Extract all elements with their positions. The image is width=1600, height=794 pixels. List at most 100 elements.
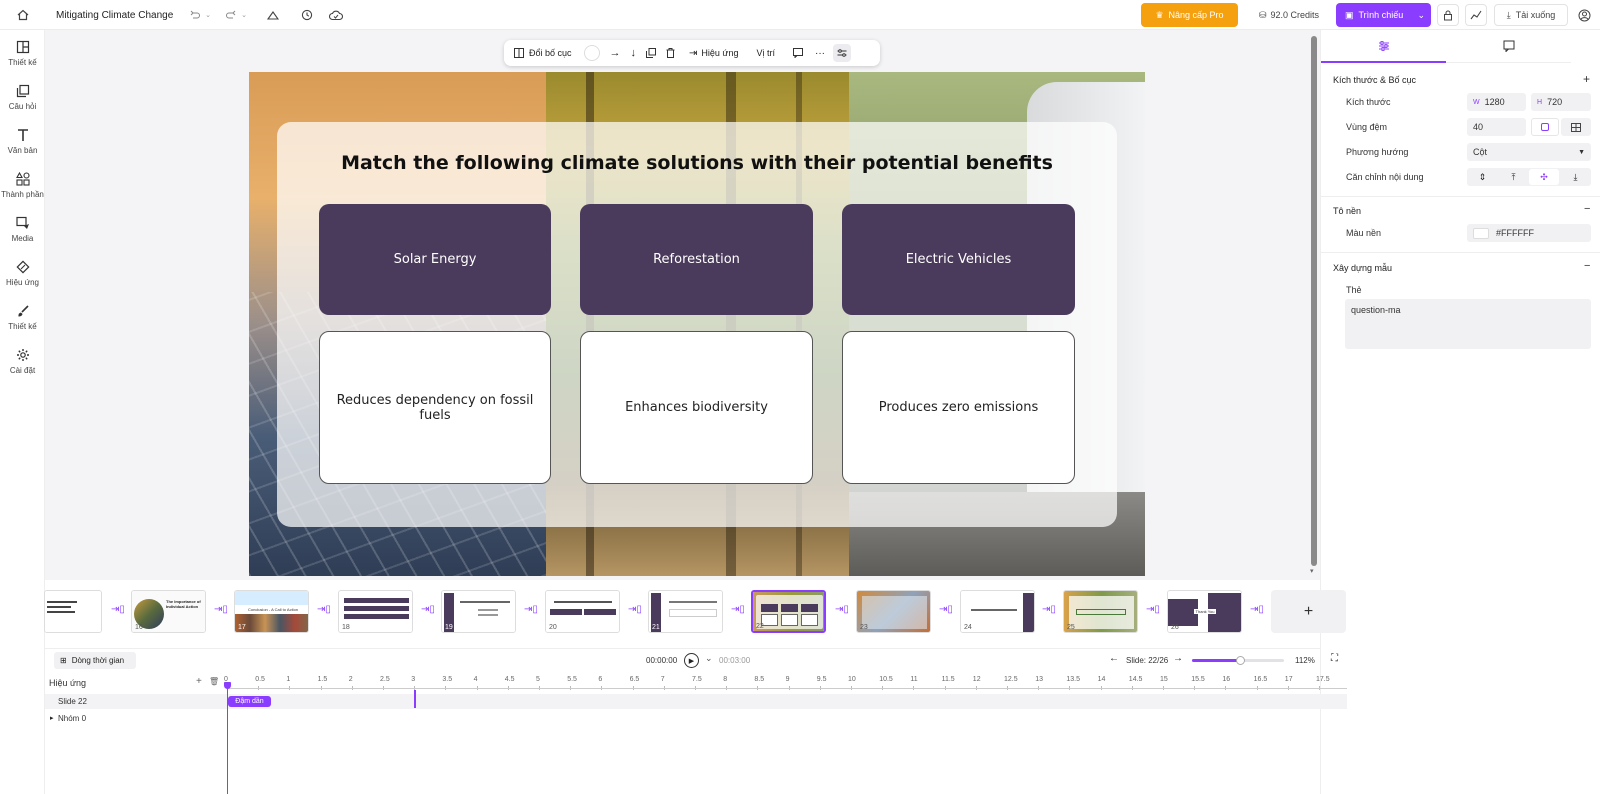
padding-uniform-icon[interactable] <box>1531 118 1559 136</box>
sidebar-item-brush[interactable]: Thiết kế <box>0 304 45 344</box>
add-effect-icon[interactable]: + <box>196 676 202 687</box>
solution-card[interactable]: Electric Vehicles <box>842 204 1075 315</box>
transition-icon[interactable]: ⇥▯ <box>524 604 538 615</box>
playhead[interactable] <box>227 684 228 794</box>
cloud-saved-icon[interactable] <box>328 4 344 26</box>
transition-icon[interactable]: ⇥▯ <box>731 604 745 615</box>
align-top-icon[interactable]: ⤒ <box>1498 168 1529 186</box>
transition-icon[interactable]: ⇥▯ <box>628 604 642 615</box>
slide-thumbnail[interactable]: Conclusion - A Call to Action 17 <box>234 590 309 633</box>
play-button[interactable]: ▶ <box>684 653 699 668</box>
transition-icon[interactable]: ⇥▯ <box>317 604 331 615</box>
padding-field[interactable]: 40 <box>1467 118 1526 136</box>
present-button[interactable]: ▣ Trình chiếu ⌄ <box>1336 3 1431 27</box>
history-icon[interactable] <box>300 4 314 26</box>
credits-display[interactable]: ⛁ 92.0 Credits <box>1253 4 1325 26</box>
direction-select[interactable]: Cột ▼ <box>1467 143 1591 161</box>
transition-icon[interactable]: ⇥▯ <box>1146 604 1160 615</box>
duplicate-icon[interactable] <box>646 48 657 58</box>
slide-thumbnail[interactable]: 23 <box>856 590 931 633</box>
undo-icon[interactable] <box>188 4 202 26</box>
undo-menu-chevron-icon[interactable]: ⌄ <box>204 4 212 26</box>
canvas-scrollbar-thumb[interactable] <box>1311 36 1317 566</box>
slide-thumbnail[interactable]: 18 <box>338 590 413 633</box>
timeline-toggle-button[interactable]: ⊞ Dòng thời gian <box>54 652 136 669</box>
transition-icon[interactable]: ⇥▯ <box>939 604 953 615</box>
zoom-slider[interactable] <box>1192 656 1284 665</box>
playhead-handle[interactable] <box>224 682 231 689</box>
adjust-icon[interactable] <box>832 44 851 62</box>
comment-icon[interactable] <box>792 48 803 58</box>
next-slide-icon[interactable]: → <box>1173 653 1183 664</box>
transition-icon[interactable]: ⇥▯ <box>835 604 849 615</box>
arrow-right-icon[interactable]: → <box>610 47 621 59</box>
align-center-icon[interactable]: ✣ <box>1529 169 1559 185</box>
height-field[interactable]: H 720 <box>1531 93 1591 111</box>
solution-card[interactable]: Reforestation <box>580 204 813 315</box>
tab-comments[interactable] <box>1446 30 1571 63</box>
slide-canvas[interactable]: Match the following climate solutions wi… <box>249 72 1145 576</box>
padding-individual-icon[interactable] <box>1561 118 1591 136</box>
change-layout-button[interactable]: Đổi bố cục <box>514 48 572 58</box>
slide-title[interactable]: Match the following climate solutions wi… <box>277 152 1117 174</box>
tab-properties[interactable] <box>1321 30 1446 63</box>
upgrade-pro-button[interactable]: ♛ Nâng cấp Pro <box>1141 3 1238 27</box>
home-icon[interactable] <box>12 4 34 26</box>
canvas-scrollbar[interactable]: ▾ <box>1308 30 1320 580</box>
scroll-down-icon[interactable]: ▾ <box>1310 567 1314 575</box>
slide-thumbnail-active[interactable]: 22 <box>751 590 826 633</box>
fit-screen-icon[interactable]: ⛶ <box>1331 653 1338 664</box>
slide-thumbnail[interactable]: Thank You 26 <box>1167 590 1242 633</box>
align-space-between-icon[interactable]: ⇕ <box>1467 168 1498 186</box>
collapse-icon[interactable]: − <box>1584 260 1590 272</box>
sidebar-item-text[interactable]: Văn bản <box>0 128 45 168</box>
sidebar-item-effects[interactable]: Hiệu ứng <box>0 260 45 300</box>
account-icon[interactable] <box>1576 4 1592 26</box>
color-swatch[interactable] <box>583 45 600 61</box>
slide-thumbnail[interactable]: 24 <box>960 590 1035 633</box>
present-chevron-down-icon[interactable]: ⌄ <box>1417 10 1425 21</box>
slide-thumbnail[interactable]: The Importance of Individual Action 16 <box>131 590 206 633</box>
lock-icon[interactable] <box>1437 4 1459 26</box>
add-slide-button[interactable]: + <box>1271 590 1346 633</box>
arrow-down-icon[interactable]: ↓ <box>631 47 637 59</box>
transition-icon[interactable]: ⇥▯ <box>111 604 125 615</box>
effect-chip[interactable]: Đậm dần <box>228 696 271 707</box>
redo-icon[interactable] <box>224 4 238 26</box>
add-icon[interactable]: + <box>1583 72 1590 86</box>
slide-thumbnail[interactable] <box>44 590 102 633</box>
benefit-card[interactable]: Reduces dependency on fossil fuels <box>319 331 551 484</box>
slide-end-marker[interactable] <box>414 690 416 708</box>
slide-thumbnail[interactable]: 19 <box>441 590 516 633</box>
transition-icon[interactable]: ⇥▯ <box>421 604 435 615</box>
slide-thumbnail[interactable]: 20 <box>545 590 620 633</box>
position-button[interactable]: Vị trí <box>756 48 775 58</box>
width-field[interactable]: W 1280 <box>1467 93 1526 111</box>
transition-icon[interactable]: ⇥▯ <box>214 604 228 615</box>
prev-slide-icon[interactable]: ← <box>1109 653 1119 664</box>
play-options-chevron-icon[interactable]: ⌄ <box>705 653 713 664</box>
color-swatch[interactable] <box>1473 227 1489 239</box>
sidebar-item-questions[interactable]: Câu hỏi <box>0 84 45 124</box>
tag-textarea[interactable]: question-ma <box>1345 299 1591 349</box>
effects-button[interactable]: ⇥ Hiệu ứng <box>689 48 738 59</box>
format-icon[interactable] <box>266 4 280 26</box>
slide-thumbnail[interactable]: 25 <box>1063 590 1138 633</box>
more-icon[interactable]: ··· <box>815 48 825 59</box>
trash-icon[interactable] <box>666 48 675 58</box>
zoom-slider-handle[interactable] <box>1236 656 1245 665</box>
transition-icon[interactable]: ⇥▯ <box>1250 604 1264 615</box>
sidebar-item-design[interactable]: Thiết kế <box>0 40 45 80</box>
solution-card[interactable]: Solar Energy <box>319 204 551 315</box>
sidebar-item-components[interactable]: Thành phần <box>0 172 45 212</box>
benefit-card[interactable]: Enhances biodiversity <box>580 331 813 484</box>
benefit-card[interactable]: Produces zero emissions <box>842 331 1075 484</box>
align-bottom-icon[interactable]: ⤓ <box>1560 168 1591 186</box>
analytics-icon[interactable] <box>1465 4 1487 26</box>
slide-thumbnail[interactable]: 21 <box>648 590 723 633</box>
redo-menu-chevron-icon[interactable]: ⌄ <box>240 4 248 26</box>
sidebar-item-media[interactable]: Media <box>0 216 45 256</box>
group-expand-icon[interactable]: ▸ <box>50 714 54 722</box>
sidebar-item-settings[interactable]: Cài đặt <box>0 348 45 388</box>
bg-color-field[interactable]: #FFFFFF <box>1467 224 1591 242</box>
